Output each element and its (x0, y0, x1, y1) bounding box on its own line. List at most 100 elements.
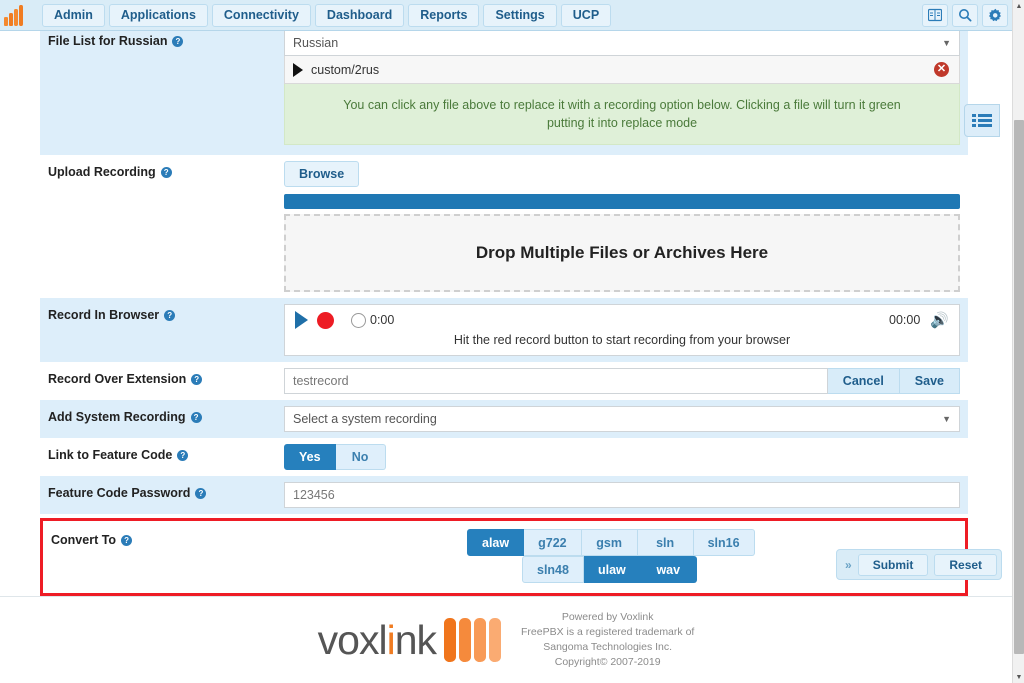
gear-icon[interactable] (982, 3, 1008, 27)
record-in-browser-label: Record In Browser (48, 308, 160, 322)
nav-reports[interactable]: Reports (408, 3, 480, 27)
file-dropzone[interactable]: Drop Multiple Files or Archives Here (284, 214, 960, 292)
delete-file-icon[interactable]: ✕ (934, 62, 949, 77)
play-icon[interactable] (293, 62, 303, 77)
brand-i: i (386, 616, 396, 663)
feature-code-password-label-group: Feature Code Password ? (48, 482, 284, 500)
help-icon[interactable]: ? (172, 35, 184, 47)
page-footer: voxlink Powered by Voxlink FreePBX is a … (0, 596, 1012, 683)
add-system-recording-label: Add System Recording (48, 410, 186, 424)
feature-code-password-label: Feature Code Password (48, 486, 191, 500)
record-in-browser-label-group: Record In Browser ? (48, 304, 284, 322)
help-icon[interactable]: ? (191, 373, 203, 385)
codec-sln[interactable]: sln (637, 529, 694, 556)
help-icon[interactable]: ? (164, 309, 176, 321)
system-recording-select[interactable]: Select a system recording ▼ (284, 406, 960, 432)
browse-button[interactable]: Browse (284, 161, 360, 187)
cancel-button[interactable]: Cancel (827, 368, 900, 394)
play-icon[interactable] (295, 311, 308, 329)
page-scroll-area: File List for Russian ? Russian ▼ custom… (0, 0, 1012, 683)
nav-ucp[interactable]: UCP (560, 3, 612, 27)
codec-sln48[interactable]: sln48 (522, 556, 584, 583)
toggle-no[interactable]: No (335, 444, 386, 470)
nav-dashboard[interactable]: Dashboard (314, 3, 405, 27)
recorder-controls: 0:00 00:00 🔊 (295, 311, 949, 329)
elapsed-time: 0:00 (370, 313, 395, 327)
help-icon[interactable]: ? (121, 534, 133, 546)
nav-settings[interactable]: Settings (483, 3, 557, 27)
codec-gsm[interactable]: gsm (581, 529, 638, 556)
help-icon[interactable]: ? (177, 449, 189, 461)
convert-to-label-group: Convert To ? (51, 529, 287, 547)
chevron-down-icon: ▼ (942, 38, 951, 48)
row-file-list: File List for Russian ? Russian ▼ custom… (40, 24, 968, 145)
footer-line-4: Copyright© 2007-2019 (554, 656, 661, 668)
feature-code-password-input[interactable] (284, 482, 960, 508)
codec-alaw[interactable]: alaw (467, 529, 525, 556)
help-icon[interactable]: ? (190, 411, 202, 423)
language-glyph (928, 8, 942, 22)
submit-button[interactable]: Submit (857, 553, 929, 576)
search-glyph (959, 9, 972, 22)
language-icon[interactable] (922, 3, 948, 27)
file-name: custom/2rus (311, 62, 380, 77)
recorder-hint: Hit the red record button to start recor… (453, 333, 791, 347)
upload-recording-label: Upload Recording (48, 165, 156, 179)
footer-line-2: FreePBX is a registered trademark of (521, 626, 695, 638)
codec-wav[interactable]: wav (640, 556, 697, 583)
feature-code-password-control (284, 482, 960, 508)
file-list-control: Russian ▼ custom/2rus ✕ You can click an… (284, 30, 960, 145)
scroll-up-arrow[interactable]: ▲ (1013, 0, 1024, 12)
reset-button[interactable]: Reset (934, 553, 998, 576)
language-select-value: Russian (293, 36, 339, 50)
list-panel-icon (972, 113, 992, 127)
speaker-icon[interactable]: 🔊 (930, 311, 949, 329)
record-over-extension-control: Cancel Save (284, 368, 960, 394)
scrollbar-thumb[interactable] (1014, 120, 1024, 654)
extension-input[interactable] (284, 368, 828, 394)
record-in-browser-control: 0:00 00:00 🔊 Hit the red record button t… (284, 304, 960, 356)
codec-g722[interactable]: g722 (524, 529, 582, 556)
link-feature-code-control: Yes No (284, 444, 960, 470)
footer-line-3: Sangoma Technologies Inc. (543, 641, 673, 653)
row-convert-to: Convert To ? alaw g722 gsm sln sln16 sln… (43, 521, 965, 593)
progress-knob[interactable] (351, 312, 366, 328)
row-record-in-browser: Record In Browser ? 0:00 00:00 🔊 Hit the… (40, 298, 968, 362)
system-recording-select-value: Select a system recording (293, 412, 437, 426)
file-list-label-group: File List for Russian ? (48, 30, 284, 48)
list-panel-toggle[interactable] (964, 104, 1000, 137)
search-icon[interactable] (952, 3, 978, 27)
save-button[interactable]: Save (899, 368, 960, 394)
toggle-yes[interactable]: Yes (284, 444, 336, 470)
footer-text: Powered by Voxlink FreePBX is a register… (521, 610, 694, 670)
replace-mode-hint: You can click any file above to replace … (284, 84, 960, 145)
language-select[interactable]: Russian ▼ (284, 30, 960, 56)
record-icon[interactable] (317, 311, 334, 329)
nav-connectivity[interactable]: Connectivity (211, 3, 311, 27)
help-icon[interactable]: ? (195, 487, 207, 499)
vertical-scrollbar[interactable]: ▲ ▼ (1012, 0, 1024, 683)
scroll-down-arrow[interactable]: ▼ (1013, 671, 1024, 683)
add-system-recording-label-group: Add System Recording ? (48, 406, 284, 424)
add-system-recording-control: Select a system recording ▼ (284, 406, 960, 432)
row-record-over-extension: Record Over Extension ? Cancel Save (40, 362, 968, 400)
voxlink-waves-icon (444, 618, 501, 662)
help-icon[interactable]: ? (160, 166, 172, 178)
voxlink-logo-icon[interactable] (4, 4, 38, 26)
codec-ulaw[interactable]: ulaw (583, 556, 641, 583)
file-list-label: File List for Russian (48, 34, 168, 48)
recording-form: File List for Russian ? Russian ▼ custom… (40, 24, 968, 596)
row-feature-code-password: Feature Code Password ? (40, 476, 968, 514)
row-upload-recording: Upload Recording ? Browse Drop Multiple … (40, 155, 968, 298)
nav-applications[interactable]: Applications (108, 3, 208, 27)
nav-admin[interactable]: Admin (42, 3, 105, 27)
file-list-item[interactable]: custom/2rus ✕ (284, 56, 960, 84)
gear-glyph (988, 8, 1001, 21)
expand-actions-icon[interactable]: » (845, 558, 852, 572)
upload-recording-control: Browse Drop Multiple Files or Archives H… (284, 161, 960, 292)
link-feature-code-label: Link to Feature Code (48, 448, 173, 462)
record-over-extension-label-group: Record Over Extension ? (48, 368, 284, 386)
voxlink-footer-logo: voxlink (318, 617, 501, 664)
brand-pre: vox (317, 616, 380, 663)
codec-sln16[interactable]: sln16 (693, 529, 755, 556)
